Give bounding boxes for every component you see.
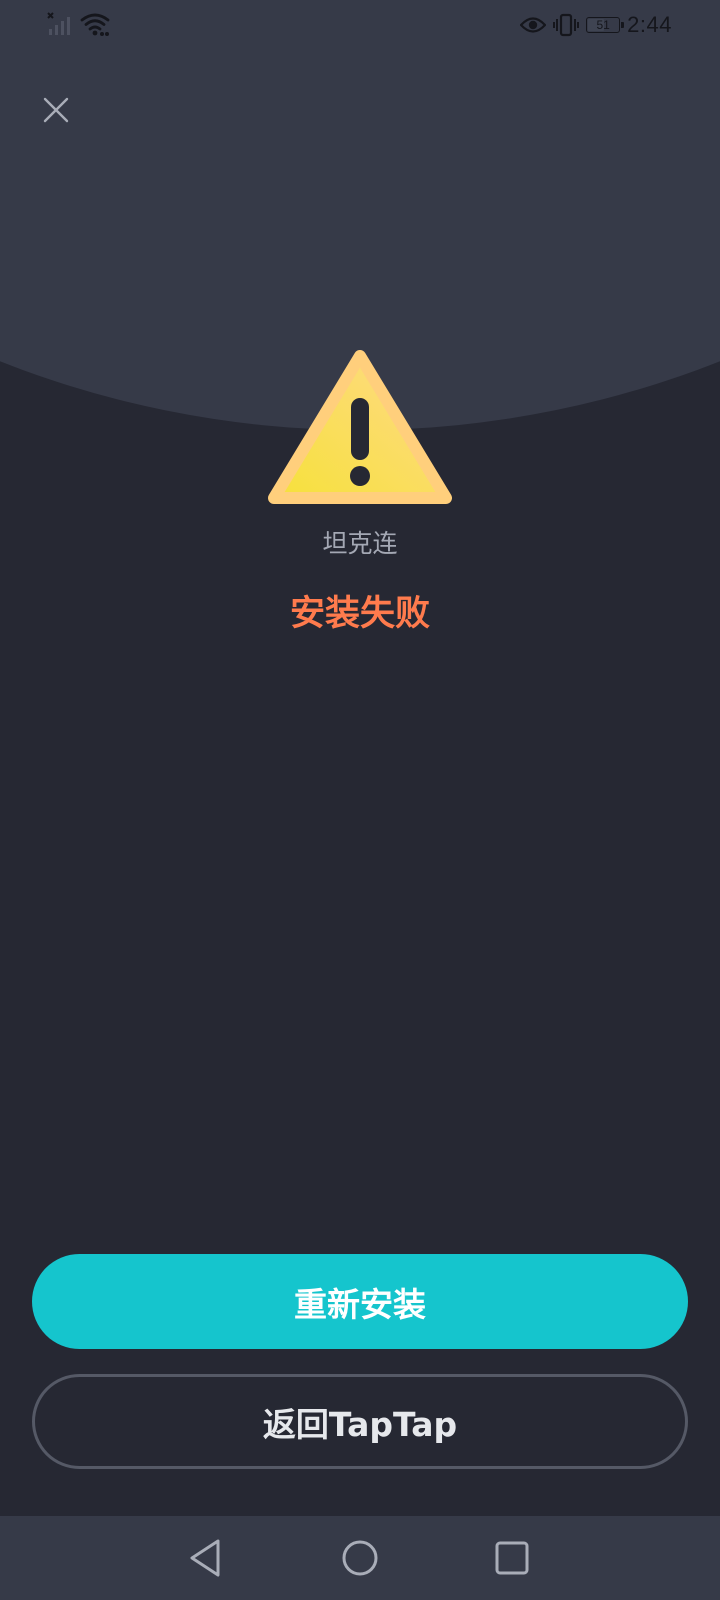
install-status-text: 安装失败: [289, 594, 430, 634]
warning-icon: [268, 350, 452, 504]
recents-icon: [495, 1541, 529, 1575]
signal-off-icon: [47, 12, 70, 35]
back-icon: [190, 1539, 220, 1577]
app-name: 坦克连: [322, 529, 398, 558]
home-icon: [342, 1540, 378, 1576]
nav-recents-button[interactable]: [488, 1534, 536, 1582]
back-to-taptap-button[interactable]: 返回TapTap: [32, 1374, 688, 1469]
navigation-bar: [0, 1516, 720, 1600]
nav-back-button[interactable]: [182, 1534, 230, 1582]
status-time: 2:44: [627, 12, 672, 37]
wifi-icon: [80, 13, 110, 36]
install-failed-screen: 51 2:44 坦克连 安装失败 重新安装 返回TapTap: [0, 0, 720, 1600]
close-button[interactable]: [36, 90, 76, 130]
battery-level-text: 51: [596, 18, 610, 32]
nav-home-button[interactable]: [336, 1534, 384, 1582]
status-bar-left: [46, 10, 110, 38]
status-bar-right: 51 2:44: [520, 10, 672, 40]
reinstall-button[interactable]: 重新安装: [32, 1254, 688, 1349]
vibrate-icon: [553, 13, 580, 37]
battery-icon: 51: [586, 17, 625, 33]
eye-comfort-icon: [520, 17, 547, 33]
status-bar: 51 2:44: [0, 0, 720, 50]
close-icon: [43, 97, 69, 123]
